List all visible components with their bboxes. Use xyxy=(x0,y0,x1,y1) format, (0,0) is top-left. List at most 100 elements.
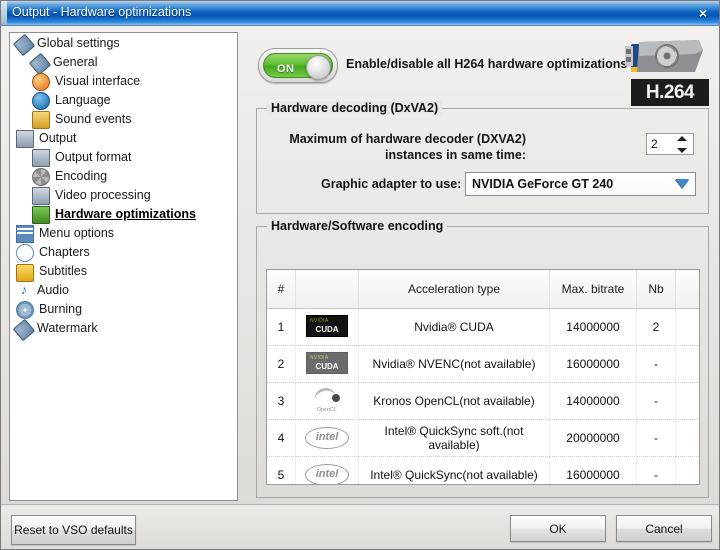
hardware-software-encoding-group: Hardware/Software encoding # Acceleratio… xyxy=(256,226,709,498)
window-title: Output - Hardware optimizations xyxy=(12,5,191,19)
settings-tree[interactable]: Global settings General Visual interface La… xyxy=(9,32,238,501)
row-acceleration-type: Nvidia® NVENC(not available) xyxy=(359,346,550,383)
sidebar-item-video-processing[interactable]: Video processing xyxy=(10,185,237,204)
graphic-adapter-label: Graphic adapter to use: xyxy=(321,177,461,191)
row-logo-cell: OpenCL xyxy=(296,383,359,420)
sidebar-item-label: Output format xyxy=(55,150,131,164)
ok-button[interactable]: OK xyxy=(510,515,606,542)
row-max-bitrate: 16000000 xyxy=(550,457,637,486)
table-row[interactable]: 5intelIntel® QuickSync(not available)160… xyxy=(267,457,700,486)
toggle-track: ON xyxy=(263,53,333,78)
acceleration-table-body: 1NVIDIACUDANvidia® CUDA1400000022NVIDIAC… xyxy=(267,309,700,486)
sidebar-item-label: General xyxy=(53,55,97,69)
table-row[interactable]: 4intelIntel® QuickSync soft.(not availab… xyxy=(267,420,700,457)
sidebar-item-label: Burning xyxy=(39,302,82,316)
title-bar: Output - Hardware optimizations × xyxy=(1,1,719,26)
sidebar-item-language[interactable]: Language xyxy=(10,90,237,109)
sidebar-item-label: Menu options xyxy=(39,226,114,240)
row-nb: - xyxy=(637,420,676,457)
stepper-arrows[interactable] xyxy=(676,136,688,153)
table-row[interactable]: 2NVIDIACUDANvidia® NVENC(not available)1… xyxy=(267,346,700,383)
hardware-decoding-title: Hardware decoding (DxVA2) xyxy=(267,101,442,115)
nvidia-cuda-logo: NVIDIACUDA xyxy=(306,352,348,374)
globe-icon xyxy=(32,92,50,110)
sidebar-item-encoding[interactable]: Encoding xyxy=(10,166,237,185)
sidebar-item-chapters[interactable]: Chapters xyxy=(10,242,237,261)
sidebar-item-label: Sound events xyxy=(55,112,131,126)
table-row[interactable]: 3OpenCLKronos OpenCL(not available)14000… xyxy=(267,383,700,420)
sidebar-item-menu-options[interactable]: Menu options xyxy=(10,223,237,242)
subtitle-icon xyxy=(16,264,34,282)
row-index: 1 xyxy=(267,309,296,346)
sidebar-item-label: Video processing xyxy=(55,188,151,202)
sidebar-item-label: Hardware optimizations xyxy=(55,207,196,221)
chevron-up-icon[interactable] xyxy=(677,136,687,141)
sidebar-item-burning[interactable]: Burning xyxy=(10,299,237,318)
sidebar-item-sound-events[interactable]: Sound events xyxy=(10,109,237,128)
cancel-button[interactable]: Cancel xyxy=(616,515,712,542)
sidebar-item-label: Visual interface xyxy=(55,74,140,88)
sidebar-item-label: Chapters xyxy=(39,245,90,259)
row-max-bitrate: 14000000 xyxy=(550,383,637,420)
sidebar-item-watermark[interactable]: Watermark xyxy=(10,318,237,337)
acceleration-table-header: # Acceleration type Max. bitrate Nb xyxy=(267,270,700,309)
row-index: 3 xyxy=(267,383,296,420)
column-header-nb[interactable]: Nb xyxy=(637,270,676,309)
row-extra-1 xyxy=(676,309,701,346)
sidebar-item-subtitles[interactable]: Subtitles xyxy=(10,261,237,280)
sidebar-item-visual-interface[interactable]: Visual interface xyxy=(10,71,237,90)
main-panel: ON Enable/disable all H264 hardware opti… xyxy=(248,32,713,501)
sidebar-item-output[interactable]: Output xyxy=(10,128,237,147)
cuda-wordmark: CUDA xyxy=(307,362,347,371)
sidebar-item-label: Language xyxy=(55,93,111,107)
toggle-state-label: ON xyxy=(277,63,295,75)
row-index: 5 xyxy=(267,457,296,486)
row-extra-1 xyxy=(676,346,701,383)
chevron-down-icon[interactable] xyxy=(675,179,689,188)
disc-icon xyxy=(16,301,34,319)
row-nb: - xyxy=(637,383,676,420)
max-instances-label: Maximum of hardware decoder (DXVA2) inst… xyxy=(258,131,526,163)
sidebar-item-output-format[interactable]: Output format xyxy=(10,147,237,166)
acceleration-table-container[interactable]: # Acceleration type Max. bitrate Nb 1 NVI… xyxy=(266,269,700,485)
toggle-description: Enable/disable all H264 hardware optimiz… xyxy=(346,57,627,71)
row-acceleration-type: Nvidia® CUDA xyxy=(359,309,550,346)
column-header-logo[interactable] xyxy=(296,270,359,309)
intel-logo: intel xyxy=(305,427,349,449)
opencl-logo: OpenCL xyxy=(310,388,344,412)
monitor-icon xyxy=(32,149,50,167)
hardware-software-encoding-title: Hardware/Software encoding xyxy=(267,219,447,233)
sidebar-item-general[interactable]: General xyxy=(10,52,237,71)
column-header-index[interactable]: # xyxy=(267,270,296,309)
row-index: 4 xyxy=(267,420,296,457)
row-extra-1 xyxy=(676,420,701,457)
row-max-bitrate: 16000000 xyxy=(550,346,637,383)
sidebar-item-global-settings[interactable]: Global settings xyxy=(10,33,237,52)
clock-icon xyxy=(16,244,34,262)
graphic-adapter-select[interactable]: NVIDIA GeForce GT 240 xyxy=(465,172,696,196)
nvidia-wordmark: NVIDIA xyxy=(310,355,328,361)
sidebar-item-audio[interactable]: ♪Audio xyxy=(10,280,237,299)
close-icon[interactable]: × xyxy=(693,4,713,22)
column-header-extra-1[interactable] xyxy=(676,270,701,309)
column-header-bitrate[interactable]: Max. bitrate xyxy=(550,270,637,309)
h264-badge-label: H.264 xyxy=(631,79,709,106)
title-bar-left-edge xyxy=(1,1,7,25)
chevron-down-icon[interactable] xyxy=(677,148,687,153)
toggle-knob[interactable] xyxy=(306,55,331,80)
sidebar-item-hardware-optimizations[interactable]: Hardware optimizations xyxy=(10,204,237,223)
table-header-row: # Acceleration type Max. bitrate Nb xyxy=(267,270,700,309)
max-instances-stepper[interactable]: 2 xyxy=(646,133,694,155)
table-row[interactable]: 1NVIDIACUDANvidia® CUDA140000002 xyxy=(267,309,700,346)
palette-icon xyxy=(32,73,50,91)
column-header-type[interactable]: Acceleration type xyxy=(359,270,550,309)
dialog-window: Output - Hardware optimizations × Global… xyxy=(0,0,720,550)
graphic-adapter-value: NVIDIA GeForce GT 240 xyxy=(472,177,613,191)
sidebar-item-label: Encoding xyxy=(55,169,107,183)
hardware-decoding-group: Hardware decoding (DxVA2) Maximum of har… xyxy=(256,108,709,214)
reset-to-defaults-button[interactable]: Reset to VSO defaults xyxy=(11,515,136,545)
nvidia-wordmark: NVIDIA xyxy=(310,318,328,324)
sidebar-item-label: Subtitles xyxy=(39,264,87,278)
row-logo-cell: intel xyxy=(296,457,359,486)
enable-hardware-optimizations-toggle[interactable]: ON xyxy=(258,48,338,83)
